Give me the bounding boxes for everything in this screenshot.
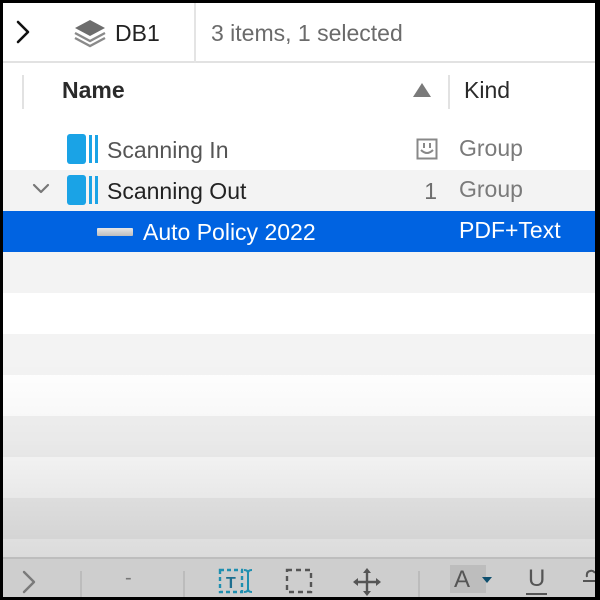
font-color-button[interactable]: A — [450, 565, 492, 593]
rectangle-selection-icon[interactable] — [285, 567, 315, 597]
item-count-status: 3 items, 1 selected — [211, 19, 403, 46]
expand-sidebar-button[interactable] — [3, 3, 43, 62]
item-count: 1 — [424, 178, 437, 204]
path-bar: DB1 3 items, 1 selected — [3, 3, 595, 63]
item-name: Scanning In — [107, 137, 229, 163]
chevron-right-icon[interactable] — [21, 569, 37, 595]
empty-row — [3, 334, 595, 375]
database-name: DB1 — [115, 19, 160, 46]
item-kind: Group — [459, 176, 523, 202]
dropdown-arrow-icon — [482, 577, 492, 583]
empty-row — [3, 416, 595, 457]
empty-row — [3, 375, 595, 416]
sort-ascending-icon[interactable] — [413, 83, 431, 97]
column-header-name[interactable]: Name — [62, 77, 125, 104]
bottom-toolbar: - T A U — [3, 557, 595, 597]
chevron-right-icon — [16, 20, 30, 44]
empty-row — [3, 498, 595, 539]
layers-icon — [74, 20, 106, 48]
database-breadcrumb[interactable]: DB1 — [73, 3, 160, 63]
divider — [183, 571, 185, 597]
disclosure-chevron-down-icon[interactable] — [31, 178, 51, 198]
move-icon[interactable] — [353, 567, 381, 597]
column-header: Name Kind — [3, 65, 595, 117]
window: DB1 3 items, 1 selected Name Kind Scanni… — [3, 3, 595, 597]
empty-row — [3, 293, 595, 334]
item-list: Scanning In Group Scanning Out 1 Group A… — [3, 129, 595, 580]
svg-text:T: T — [226, 575, 236, 592]
column-header-kind[interactable]: Kind — [464, 77, 510, 104]
divider — [194, 3, 196, 63]
item-name: Scanning Out — [107, 178, 247, 204]
strikethrough-icon[interactable] — [583, 569, 595, 597]
smart-group-icon — [416, 138, 438, 160]
column-divider[interactable] — [448, 75, 450, 109]
item-name: Auto Policy 2022 — [143, 219, 316, 245]
list-item[interactable]: Scanning Out 1 Group — [3, 170, 595, 211]
underline-icon[interactable]: U — [526, 565, 548, 595]
list-item[interactable]: Scanning In Group — [3, 129, 595, 170]
empty-row — [3, 457, 595, 498]
divider — [80, 571, 82, 597]
item-kind: Group — [459, 135, 523, 161]
font-color-icon: A — [454, 566, 471, 593]
group-folder-icon — [67, 134, 98, 164]
group-folder-icon — [67, 175, 98, 205]
zoom-out-button[interactable]: - — [125, 567, 132, 590]
text-selection-icon[interactable]: T — [218, 567, 254, 597]
divider — [418, 571, 420, 597]
pdf-document-icon — [97, 228, 133, 236]
column-divider — [22, 75, 24, 109]
list-item-selected[interactable]: Auto Policy 2022 PDF+Text — [3, 211, 595, 252]
empty-row — [3, 252, 595, 293]
item-kind: PDF+Text — [459, 217, 561, 243]
